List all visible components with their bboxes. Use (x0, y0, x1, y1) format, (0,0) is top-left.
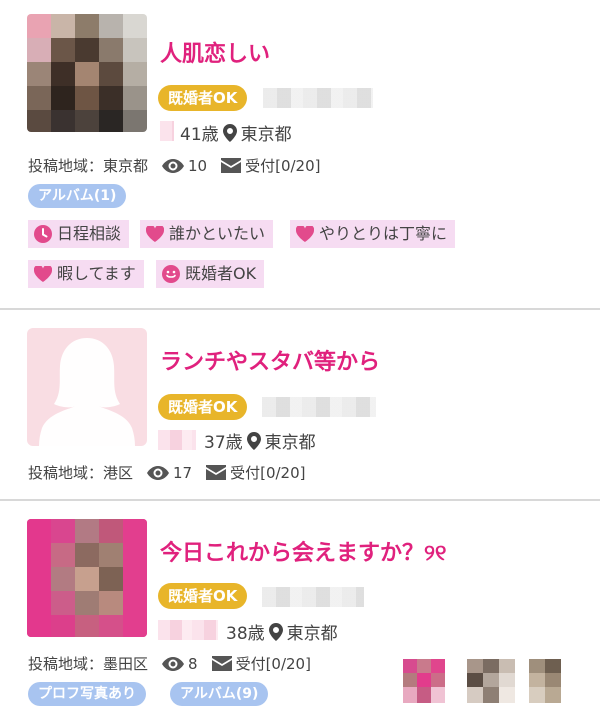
age-location: 38歳 東京都 (226, 619, 338, 644)
age: 41歳 (180, 125, 219, 145)
profile-photo-chip[interactable]: プロフ写真あり (28, 682, 146, 706)
post-title[interactable]: ランチやスタバ等から (160, 344, 380, 376)
post-area: 投稿地域：港区 (28, 464, 134, 482)
tag-item: 誰かといたい (140, 220, 274, 248)
blurred-nickname (262, 397, 376, 417)
map-pin-icon (246, 431, 261, 450)
map-pin-icon (268, 622, 283, 641)
location: 東京都 (286, 624, 338, 644)
blurred-icon (160, 121, 174, 141)
post-area: 投稿地域：墨田区 (28, 655, 149, 673)
smile-icon (162, 265, 180, 283)
blurred-nickname (263, 88, 373, 108)
album-chip[interactable]: アルバム(1) (28, 184, 127, 208)
location: 東京都 (240, 125, 292, 145)
tag-item: 暇してます (28, 260, 144, 288)
album-chip[interactable]: アルバム(9) (170, 682, 269, 706)
post-title[interactable]: 人肌恋しい (160, 36, 270, 68)
tag-item: やりとりは丁寧に (290, 220, 456, 248)
married-ok-badge: 既婚者OK (158, 394, 248, 420)
post-meta: 投稿地域：東京都 10 受付[0/20] (28, 155, 321, 176)
eye-icon (147, 465, 170, 480)
eye-icon (162, 656, 185, 671)
map-pin-icon (222, 123, 237, 142)
heart-icon (34, 266, 52, 282)
post-meta: 投稿地域：港区 17 受付[0/20] (28, 462, 306, 483)
view-count: 8 (188, 654, 198, 673)
post-area: 投稿地域：東京都 (28, 157, 149, 175)
envelope-icon (206, 465, 227, 480)
heart-icon (146, 226, 164, 242)
envelope-icon (221, 158, 242, 173)
tag-item: 日程相談 (28, 220, 130, 248)
blurred-icon (158, 430, 196, 450)
post-card[interactable]: 人肌恋しい 既婚者OK 41歳 東京都 投稿地域：東京都 10 受付[0/20]… (0, 0, 600, 310)
married-ok-badge: 既婚者OK (158, 85, 248, 111)
profile-photo[interactable] (27, 14, 147, 132)
age-location: 41歳 東京都 (180, 120, 292, 145)
age: 37歳 (204, 433, 243, 453)
post-card[interactable]: ランチやスタバ等から 既婚者OK 37歳 東京都 投稿地域：港区 17 受付[0… (0, 310, 600, 500)
location: 東京都 (264, 433, 316, 453)
post-title[interactable]: 今日これから会えますか？୨୧ (160, 535, 446, 567)
married-ok-badge: 既婚者OK (158, 583, 248, 609)
post-meta: 投稿地域：墨田区 8 受付[0/20] (28, 653, 311, 674)
reception-count: 受付[0/20] (245, 157, 321, 175)
post-card[interactable]: 今日これから会えますか？୨୧ 既婚者OK 38歳 東京都 投稿地域：墨田区 8 … (0, 501, 600, 722)
envelope-icon (211, 656, 232, 671)
silhouette-icon (39, 338, 135, 446)
profile-photo[interactable] (27, 519, 147, 637)
age: 38歳 (226, 624, 265, 644)
view-count: 17 (173, 463, 193, 482)
tag-item: 既婚者OK (156, 260, 265, 288)
blurred-nickname (262, 587, 364, 607)
heart-icon (296, 226, 314, 242)
view-count: 10 (188, 156, 208, 175)
eye-icon (162, 158, 185, 173)
reception-count: 受付[0/20] (230, 464, 306, 482)
age-location: 37歳 東京都 (204, 428, 316, 453)
album-preview-thumbs[interactable] (403, 659, 573, 709)
default-avatar[interactable] (27, 328, 147, 446)
clock-icon (34, 225, 52, 243)
blurred-icon (158, 620, 218, 640)
reception-count: 受付[0/20] (235, 655, 311, 673)
